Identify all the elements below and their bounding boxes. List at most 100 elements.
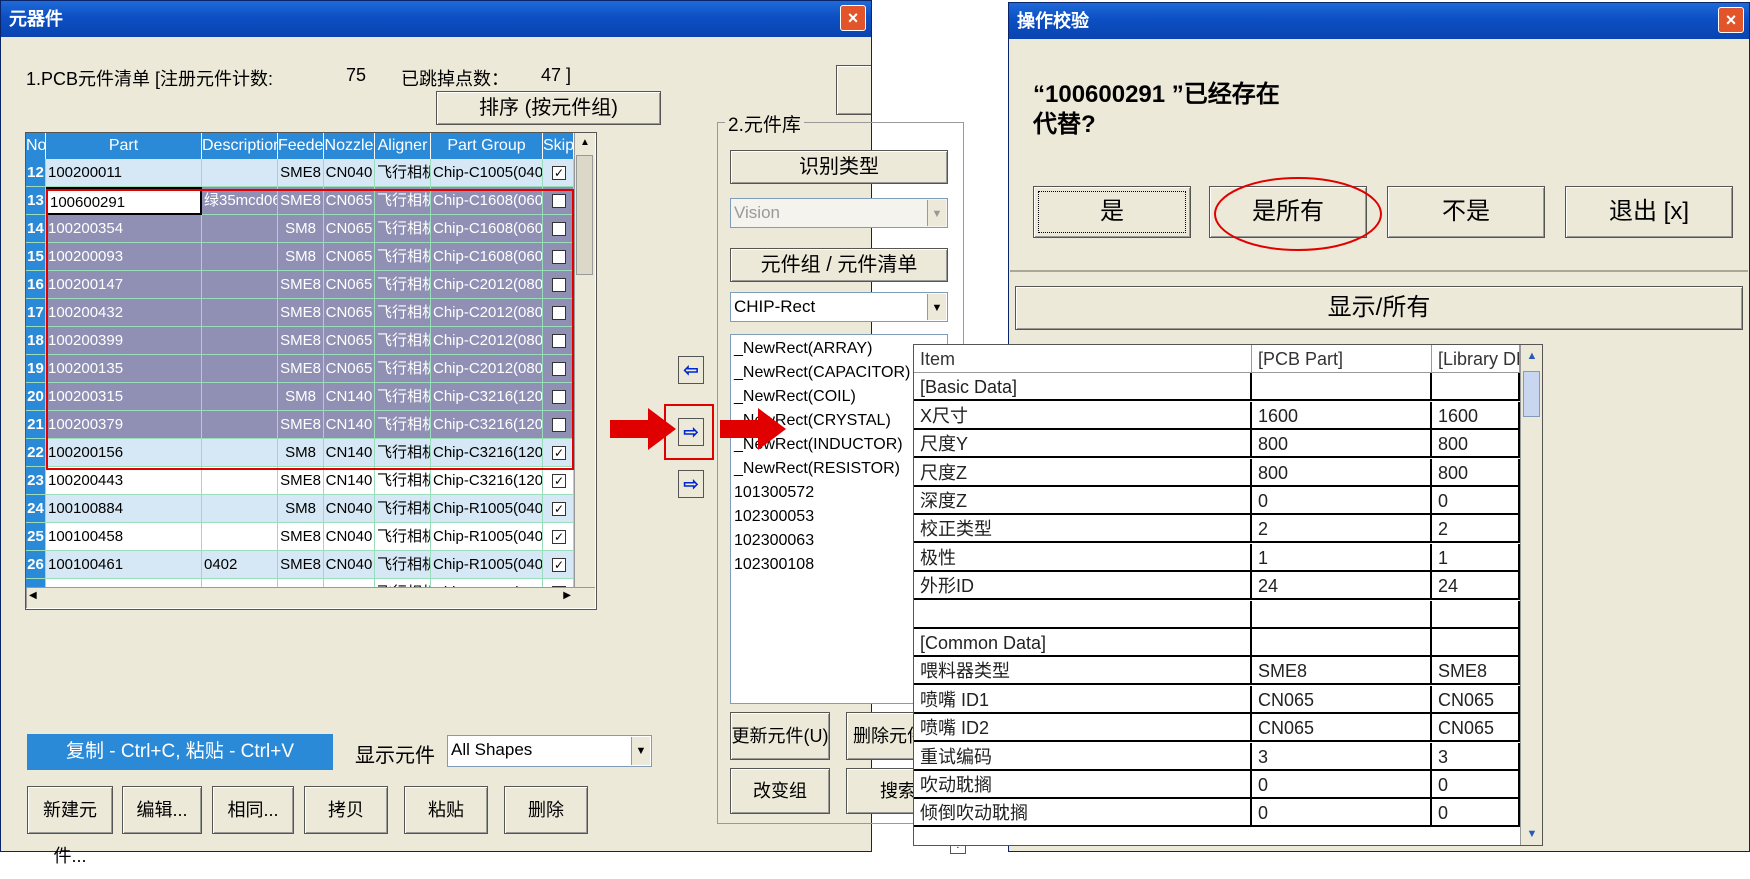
skip-checkbox[interactable] — [543, 187, 574, 215]
grid-cell-desc[interactable] — [202, 411, 278, 439]
checkbox-icon[interactable] — [552, 222, 566, 236]
table-row[interactable]: 16100200147 SME8CN065飞行相机Chip-C2012(0805) — [26, 271, 574, 299]
grid-cell-no[interactable]: 15 — [26, 243, 46, 271]
checkbox-icon[interactable] — [552, 306, 566, 320]
checkbox-icon[interactable] — [552, 250, 566, 264]
grid-cell-aligner[interactable]: 飞行相机 — [375, 187, 431, 215]
grid-cell-feeder[interactable]: SM8 — [278, 439, 324, 467]
grid-cell-group[interactable]: Chip-C3216(1206) — [431, 383, 543, 411]
grid-cell-no[interactable]: 21 — [26, 411, 46, 439]
skip-checkbox[interactable]: ✓ — [543, 523, 574, 551]
grid-cell-aligner[interactable]: 飞行相机 — [375, 495, 431, 523]
grid-header-cell[interactable]: Part Group — [431, 133, 543, 159]
cancel-button[interactable]: 取消 — [836, 65, 871, 115]
table-row[interactable]: 20100200315 SM8CN140飞行相机Chip-C3216(1206) — [26, 383, 574, 411]
grid-header-cell[interactable]: Skip — [543, 133, 574, 159]
group-dropdown[interactable]: CHIP-Rect ▼ — [730, 292, 948, 322]
grid-cell-part[interactable]: 100200399 — [46, 327, 202, 355]
grid-cell-group[interactable]: Chip-C1608(0603) — [431, 243, 543, 271]
checkbox-icon[interactable]: ✓ — [552, 558, 566, 572]
grid-cell-group[interactable]: Chip-C3216(1206) — [431, 411, 543, 439]
checkbox-icon[interactable]: ✓ — [552, 530, 566, 544]
checkbox-icon[interactable] — [552, 278, 566, 292]
checkbox-icon[interactable] — [552, 418, 566, 432]
group-list-button[interactable]: 元件组 / 元件清单 — [730, 248, 948, 282]
table-row[interactable]: 校正类型 2 2 — [914, 515, 1542, 544]
grid-cell-aligner[interactable]: 飞行相机 — [375, 551, 431, 579]
skip-checkbox[interactable] — [543, 327, 574, 355]
skip-checkbox[interactable]: ✓ — [543, 551, 574, 579]
grid-header-cell[interactable]: Feeder — [278, 133, 329, 159]
grid-cell-desc[interactable] — [202, 495, 278, 523]
move-all-right-arrow-icon[interactable]: ⇨ — [678, 470, 704, 498]
grid-cell-desc[interactable] — [202, 523, 278, 551]
table-row[interactable]: [Basic Data] — [914, 373, 1542, 402]
yes-button[interactable]: 是 — [1033, 186, 1191, 238]
grid-cell-nozzle[interactable]: CN065 — [324, 299, 375, 327]
grid-cell-feeder[interactable]: SM8 — [278, 243, 324, 271]
grid-cell-group[interactable]: Chip-R1005(0402) — [431, 523, 543, 551]
grid-cell-nozzle[interactable]: CN140 — [324, 467, 375, 495]
table-row[interactable]: 21100200379 SME8CN140飞行相机Chip-C3216(1206) — [26, 411, 574, 439]
table-row[interactable]: 17100200432 SME8CN065飞行相机Chip-C2012(0805) — [26, 299, 574, 327]
table-row[interactable]: 倾倒吹动耽搁 0 0 — [914, 799, 1542, 828]
grid-cell-nozzle[interactable]: CN065 — [324, 271, 375, 299]
parts-window-titlebar[interactable]: 元器件 — [1, 1, 871, 37]
table-row[interactable]: 尺度Y 800 800 — [914, 430, 1542, 459]
grid-cell-aligner[interactable]: 飞行相机 — [375, 327, 431, 355]
grid-cell-aligner[interactable]: 飞行相机 — [375, 383, 431, 411]
grid-cell-desc[interactable]: 绿35mcd060 — [202, 187, 278, 215]
table-row[interactable]: 极性 1 1 — [914, 543, 1542, 572]
skip-checkbox[interactable] — [543, 271, 574, 299]
skip-checkbox[interactable] — [543, 355, 574, 383]
table-row[interactable]: X尺寸 1600 1600 — [914, 401, 1542, 430]
checkbox-icon[interactable]: ✓ — [552, 474, 566, 488]
grid-cell-nozzle[interactable]: CN065 — [324, 243, 375, 271]
skip-checkbox[interactable]: ✓ — [543, 159, 574, 187]
grid-cell-part[interactable]: 100200135 — [46, 355, 202, 383]
grid-cell-group[interactable]: Chip-C2012(0805) — [431, 299, 543, 327]
grid-cell-nozzle[interactable]: CN140 — [324, 439, 375, 467]
grid-cell-part[interactable]: 100200432 — [46, 299, 202, 327]
compare-table[interactable]: Item[PCB Part][Library DB][Basic Data]X尺… — [913, 344, 1543, 846]
grid-cell-nozzle[interactable]: CN065 — [324, 355, 375, 383]
table-row[interactable]: 13100600291绿35mcd060SME8CN065飞行相机Chip-C1… — [26, 187, 574, 215]
bottom-button-5[interactable]: 删除 — [504, 786, 588, 834]
table-row[interactable]: 深度Z 0 0 — [914, 487, 1542, 515]
grid-cell-aligner[interactable]: 飞行相机 — [375, 467, 431, 495]
grid-cell-aligner[interactable]: 飞行相机 — [375, 243, 431, 271]
grid-cell-nozzle[interactable]: CN065 — [324, 327, 375, 355]
grid-cell-aligner[interactable]: 飞行相机 — [375, 355, 431, 383]
part-edit-field[interactable]: 100600291 — [46, 187, 202, 215]
grid-cell-desc[interactable] — [202, 243, 278, 271]
scroll-thumb[interactable] — [576, 155, 593, 275]
grid-cell-desc[interactable] — [202, 383, 278, 411]
grid-cell-part[interactable]: 100200156 — [46, 439, 202, 467]
grid-cell-aligner[interactable]: 飞行相机 — [375, 271, 431, 299]
bottom-button-3[interactable]: 拷贝 — [304, 786, 388, 834]
grid-cell-feeder[interactable]: SME8 — [278, 159, 324, 187]
close-icon[interactable]: × — [1718, 7, 1744, 33]
bottom-button-1[interactable]: 编辑... — [122, 786, 202, 834]
grid-cell-part[interactable]: 100100458 — [46, 523, 202, 551]
grid-cell-aligner[interactable]: 飞行相机 — [375, 299, 431, 327]
grid-cell-nozzle[interactable]: CN040 — [324, 551, 375, 579]
grid-horizontal-scrollbar[interactable]: ◀ ▶ — [26, 587, 595, 608]
table-row[interactable]: 外形ID 24 24 — [914, 572, 1542, 601]
checkbox-icon[interactable]: ✓ — [552, 166, 566, 180]
recognize-type-button[interactable]: 识别类型 — [730, 150, 948, 184]
grid-header-cell[interactable]: Aligner — [375, 133, 431, 159]
grid-header-cell[interactable]: Nozzle — [324, 133, 375, 159]
grid-cell-nozzle[interactable]: CN065 — [324, 187, 375, 215]
table-header-row[interactable]: Item[PCB Part][Library DB] — [914, 345, 1542, 373]
grid-cell-no[interactable]: 18 — [26, 327, 46, 355]
grid-cell-feeder[interactable]: SME8 — [278, 187, 324, 215]
grid-cell-aligner[interactable]: 飞行相机 — [375, 411, 431, 439]
grid-cell-feeder[interactable]: SME8 — [278, 551, 324, 579]
table-row[interactable]: 19100200135 SME8CN065飞行相机Chip-C2012(0805) — [26, 355, 574, 383]
grid-cell-group[interactable]: Chip-C3216(1206) — [431, 467, 543, 495]
grid-header-cell[interactable]: Part — [46, 133, 202, 159]
skip-checkbox[interactable]: ✓ — [543, 495, 574, 523]
table-row[interactable]: 重试编码 3 3 — [914, 742, 1542, 771]
grid-cell-group[interactable]: Chip-C3216(1206) — [431, 439, 543, 467]
